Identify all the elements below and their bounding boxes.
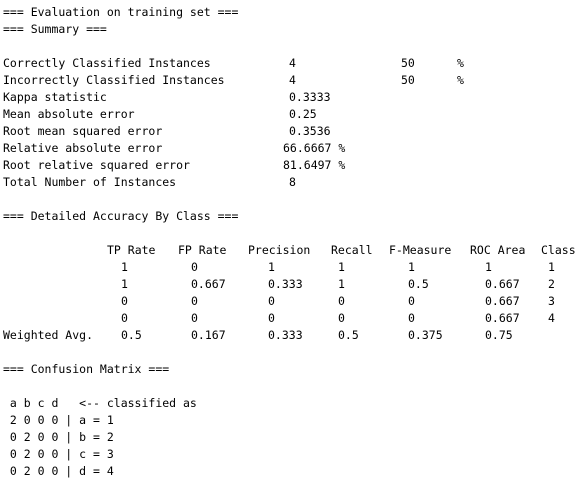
accuracy-cell: 0 xyxy=(408,311,415,325)
accuracy-cell: 0 xyxy=(121,311,128,325)
evaluation-title: === Evaluation on training set === xyxy=(3,5,239,19)
correct-percent-sign: % xyxy=(457,56,464,70)
incorrect-percent: 50 xyxy=(401,73,415,87)
accuracy-cell: 1 xyxy=(338,260,345,274)
rrse-value: 81.6497 % xyxy=(283,158,346,172)
accuracy-cell: 0.5 xyxy=(408,277,429,291)
weighted-avg-label: Weighted Avg. xyxy=(3,328,94,342)
accuracy-cell: 0.333 xyxy=(268,277,303,291)
confusion-row: 0 2 0 0 | d = 4 xyxy=(3,464,114,478)
accuracy-cell: 0 xyxy=(338,311,345,325)
accuracy-cell: 1 xyxy=(548,260,555,274)
mae-label: Mean absolute error xyxy=(3,107,135,121)
weka-classifier-output: === Evaluation on training set === === S… xyxy=(0,0,587,493)
col-header-tp-rate: TP Rate xyxy=(107,243,156,257)
accuracy-cell: 0 xyxy=(121,294,128,308)
accuracy-cell: 0 xyxy=(191,311,198,325)
weighted-avg-cell: 0.167 xyxy=(191,328,226,342)
confusion-row: 2 0 0 0 | a = 1 xyxy=(3,413,114,427)
weighted-avg-cell: 0.5 xyxy=(121,328,142,342)
incorrect-count: 4 xyxy=(289,73,296,87)
accuracy-cell: 0 xyxy=(191,294,198,308)
accuracy-cell: 0 xyxy=(268,311,275,325)
weighted-avg-cell: 0.5 xyxy=(338,328,359,342)
summary-heading: === Summary === xyxy=(3,22,107,36)
kappa-label: Kappa statistic xyxy=(3,90,107,104)
correct-label: Correctly Classified Instances xyxy=(3,56,211,70)
accuracy-heading: === Detailed Accuracy By Class === xyxy=(3,209,239,223)
rae-value: 66.6667 % xyxy=(283,141,346,155)
rae-label: Relative absolute error xyxy=(3,141,163,155)
col-header-class: Class xyxy=(541,243,576,257)
accuracy-cell: 1 xyxy=(485,260,492,274)
accuracy-cell: 1 xyxy=(121,260,128,274)
col-header-roc-area: ROC Area xyxy=(470,243,526,257)
rmse-label: Root mean squared error xyxy=(3,124,163,138)
accuracy-cell: 3 xyxy=(548,294,555,308)
accuracy-cell: 1 xyxy=(338,277,345,291)
accuracy-cell: 1 xyxy=(268,260,275,274)
weighted-avg-cell: 0.75 xyxy=(485,328,513,342)
incorrect-label: Incorrectly Classified Instances xyxy=(3,73,225,87)
col-header-precision: Precision xyxy=(248,243,311,257)
col-header-recall: Recall xyxy=(331,243,373,257)
accuracy-cell: 0.667 xyxy=(485,311,520,325)
col-header-f-measure: F-Measure xyxy=(389,243,452,257)
accuracy-cell: 0 xyxy=(408,294,415,308)
accuracy-cell: 0 xyxy=(191,260,198,274)
accuracy-cell: 0 xyxy=(338,294,345,308)
weighted-avg-cell: 0.375 xyxy=(408,328,443,342)
rrse-label: Root relative squared error xyxy=(3,158,190,172)
confusion-header: a b c d <-- classified as xyxy=(3,396,197,410)
accuracy-cell: 1 xyxy=(408,260,415,274)
rmse-value: 0.3536 xyxy=(289,124,331,138)
accuracy-cell: 1 xyxy=(121,277,128,291)
confusion-row: 0 2 0 0 | b = 2 xyxy=(3,430,114,444)
total-instances-label: Total Number of Instances xyxy=(3,175,177,189)
accuracy-cell: 0.667 xyxy=(191,277,226,291)
correct-count: 4 xyxy=(289,56,296,70)
correct-percent: 50 xyxy=(401,56,415,70)
accuracy-cell: 0 xyxy=(268,294,275,308)
accuracy-cell: 0.667 xyxy=(485,294,520,308)
incorrect-percent-sign: % xyxy=(457,73,464,87)
accuracy-cell: 4 xyxy=(548,311,555,325)
confusion-heading: === Confusion Matrix === xyxy=(3,362,170,376)
mae-value: 0.25 xyxy=(289,107,317,121)
accuracy-cell: 0.667 xyxy=(485,277,520,291)
kappa-value: 0.3333 xyxy=(289,90,331,104)
accuracy-cell: 2 xyxy=(548,277,555,291)
col-header-fp-rate: FP Rate xyxy=(178,243,227,257)
confusion-row: 0 2 0 0 | c = 3 xyxy=(3,447,114,461)
weighted-avg-cell: 0.333 xyxy=(268,328,303,342)
total-instances-value: 8 xyxy=(289,175,296,189)
